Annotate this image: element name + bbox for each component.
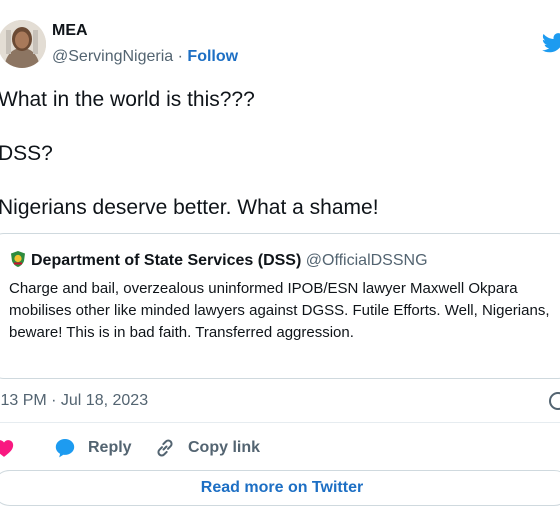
copy-link-label: Copy link	[188, 439, 261, 456]
quote-handle[interactable]: @OfficialDSSNG	[306, 252, 428, 269]
author-meta: @ServingNigeria · Follow	[52, 48, 238, 66]
copy-link-button[interactable]: Copy link	[154, 434, 260, 462]
tweet-header: MEA @ServingNigeria · Follow	[0, 12, 560, 74]
reply-label: Reply	[88, 439, 132, 456]
quote-text: Charge and bail, overzealous uninformed …	[9, 280, 550, 341]
info-icon[interactable]	[549, 392, 560, 410]
dss-logo-icon	[11, 251, 25, 267]
speech-bubble-icon	[55, 439, 75, 458]
tweet-text: What in the world is this??? DSS? Nigeri…	[0, 86, 558, 222]
quoted-tweet[interactable]: Department of State Services (DSS) @Offi…	[0, 233, 560, 379]
divider	[0, 422, 560, 423]
read-more-button[interactable]: Read more on Twitter	[0, 470, 560, 506]
twitter-bird-icon[interactable]	[542, 32, 560, 54]
action-bar: Reply Copy link	[0, 434, 560, 462]
meta-separator: ·	[177, 48, 183, 65]
author-name[interactable]: MEA	[52, 22, 88, 40]
tweet-line: DSS?	[0, 142, 53, 165]
reply-button[interactable]: Reply	[54, 434, 132, 462]
tweet-line: Nigerians deserve better. What a shame!	[0, 196, 379, 219]
follow-link[interactable]: Follow	[187, 48, 238, 65]
link-icon	[157, 439, 173, 457]
tweet-timestamp[interactable]: :13 PM · Jul 18, 2023	[0, 392, 148, 410]
author-avatar[interactable]	[0, 20, 46, 68]
heart-icon[interactable]	[0, 438, 14, 458]
quote-header: Department of State Services (DSS) @Offi…	[9, 250, 428, 270]
quote-author[interactable]: Department of State Services (DSS)	[31, 252, 301, 269]
author-handle[interactable]: @ServingNigeria	[52, 48, 173, 65]
tweet-line: What in the world is this???	[0, 88, 255, 111]
